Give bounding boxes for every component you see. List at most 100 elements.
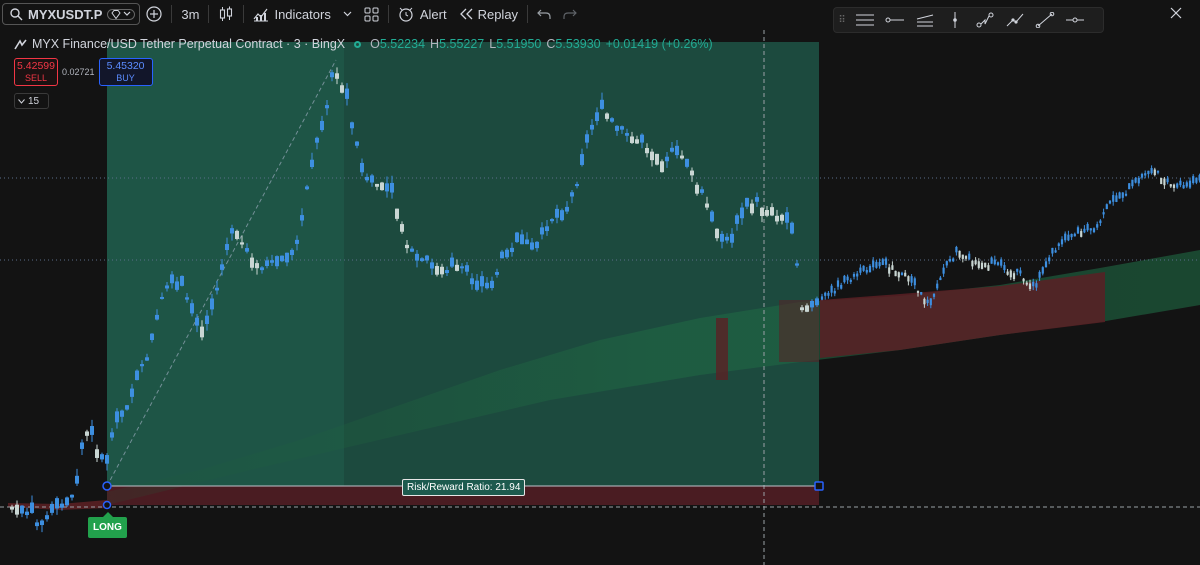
candle-body bbox=[836, 280, 840, 287]
candle-body bbox=[330, 72, 334, 78]
candle-body bbox=[1185, 182, 1188, 187]
candle-body bbox=[1153, 169, 1156, 175]
candle-body bbox=[1176, 183, 1179, 188]
stop-handle[interactable] bbox=[102, 500, 112, 510]
candle-body bbox=[862, 265, 865, 271]
candle-body bbox=[1041, 267, 1044, 274]
candle-body bbox=[923, 298, 926, 305]
compare-button[interactable] bbox=[140, 2, 168, 26]
horizontal-ray-tool[interactable] bbox=[884, 11, 906, 29]
candle-body bbox=[70, 494, 74, 498]
candle-body bbox=[240, 242, 244, 245]
diamond-icon bbox=[111, 9, 122, 19]
candle-body bbox=[355, 141, 359, 146]
candle-body bbox=[881, 259, 884, 265]
horizontal-ray-icon bbox=[885, 17, 904, 23]
symbol-search[interactable]: MYXUSDT.P bbox=[2, 3, 141, 25]
chart-type-button[interactable] bbox=[212, 2, 240, 26]
candle-body bbox=[10, 506, 14, 510]
target-handle[interactable] bbox=[814, 481, 824, 491]
symbol-type-badge[interactable] bbox=[107, 8, 136, 20]
interval-button[interactable]: 3m bbox=[175, 2, 205, 26]
spread-value: 0.02721 bbox=[62, 67, 95, 77]
candle-body bbox=[1121, 192, 1124, 198]
candle-body bbox=[400, 224, 404, 232]
cross-line-tool[interactable] bbox=[1064, 11, 1086, 29]
candle-body bbox=[555, 208, 559, 218]
redo-button[interactable] bbox=[557, 2, 583, 26]
candle-body bbox=[705, 203, 709, 208]
candle-body bbox=[952, 258, 955, 262]
candle-body bbox=[565, 206, 569, 212]
indicators-button[interactable]: Indicators bbox=[247, 2, 336, 26]
candle-body bbox=[968, 253, 971, 260]
quantity-selector[interactable]: 15 bbox=[14, 93, 49, 109]
path-icon bbox=[976, 12, 994, 28]
candle-body bbox=[255, 263, 259, 269]
candle-body bbox=[630, 136, 634, 143]
polyline-tool[interactable] bbox=[1004, 11, 1026, 29]
path-tool[interactable] bbox=[974, 11, 996, 29]
candle-body bbox=[560, 210, 564, 221]
candle-body bbox=[1073, 233, 1076, 237]
candle-body bbox=[1147, 170, 1150, 175]
candle-body bbox=[891, 265, 894, 270]
candle-body bbox=[1092, 228, 1096, 233]
drawing-toolbar: ⠿ bbox=[833, 7, 1104, 33]
sell-button[interactable]: 5.42599 SELL bbox=[14, 58, 58, 86]
close-icon[interactable] bbox=[1170, 7, 1182, 19]
market-status-dot bbox=[354, 40, 362, 48]
candle-body bbox=[380, 182, 384, 191]
candle-body bbox=[833, 290, 836, 294]
candle-body bbox=[810, 300, 814, 308]
entry-handle[interactable] bbox=[102, 481, 112, 491]
trend-line-tool[interactable] bbox=[1034, 11, 1056, 29]
candle-body bbox=[30, 502, 34, 513]
candle-body bbox=[440, 266, 444, 275]
redo-icon bbox=[563, 9, 577, 19]
candle-body bbox=[625, 133, 629, 136]
indicators-menu-button[interactable] bbox=[337, 2, 358, 26]
candle-body bbox=[570, 192, 574, 197]
candle-body bbox=[210, 298, 214, 310]
candle-body bbox=[530, 242, 534, 250]
candle-body bbox=[665, 156, 669, 162]
candle-body bbox=[1105, 204, 1108, 210]
candle-body bbox=[90, 426, 94, 435]
vertical-line-tool[interactable] bbox=[944, 11, 966, 29]
buy-button[interactable]: 5.45320 BUY bbox=[98, 58, 153, 86]
candle-body bbox=[515, 232, 519, 243]
replay-button[interactable]: Replay bbox=[453, 2, 524, 26]
candle-body bbox=[545, 226, 549, 232]
candle-body bbox=[1060, 239, 1064, 245]
candle-body bbox=[1124, 193, 1128, 196]
candle-body bbox=[535, 241, 539, 249]
candle-body bbox=[20, 505, 24, 514]
undo-icon bbox=[537, 9, 551, 19]
candle-body bbox=[1089, 228, 1092, 231]
candle-body bbox=[500, 251, 504, 259]
candle-body bbox=[65, 497, 69, 506]
long-position-label[interactable]: LONG bbox=[88, 512, 127, 538]
candle-body bbox=[320, 120, 324, 131]
candle-body bbox=[1179, 180, 1182, 186]
candle-body bbox=[987, 265, 990, 271]
layout-button[interactable] bbox=[358, 2, 385, 26]
price-chart[interactable] bbox=[0, 0, 1200, 565]
profit-zone-shade bbox=[107, 42, 344, 486]
undo-button[interactable] bbox=[531, 2, 557, 26]
candle-body bbox=[600, 99, 604, 109]
candle-body bbox=[913, 278, 916, 286]
parallel-channel-tool[interactable] bbox=[914, 11, 936, 29]
risk-reward-label[interactable]: Risk/Reward Ratio: 21.94 bbox=[402, 479, 526, 496]
candle-body bbox=[958, 250, 961, 258]
drag-handle[interactable]: ⠿ bbox=[838, 11, 846, 29]
candle-body bbox=[1044, 261, 1048, 268]
candle-body bbox=[745, 197, 749, 207]
candle-body bbox=[1163, 178, 1166, 186]
chart-title[interactable]: MYX Finance/USD Tether Perpetual Contrac… bbox=[32, 37, 345, 51]
candle-body bbox=[430, 262, 434, 269]
horizontal-lines-tool[interactable] bbox=[854, 11, 876, 29]
candle-body bbox=[710, 211, 714, 222]
alert-button[interactable]: Alert bbox=[392, 2, 453, 26]
